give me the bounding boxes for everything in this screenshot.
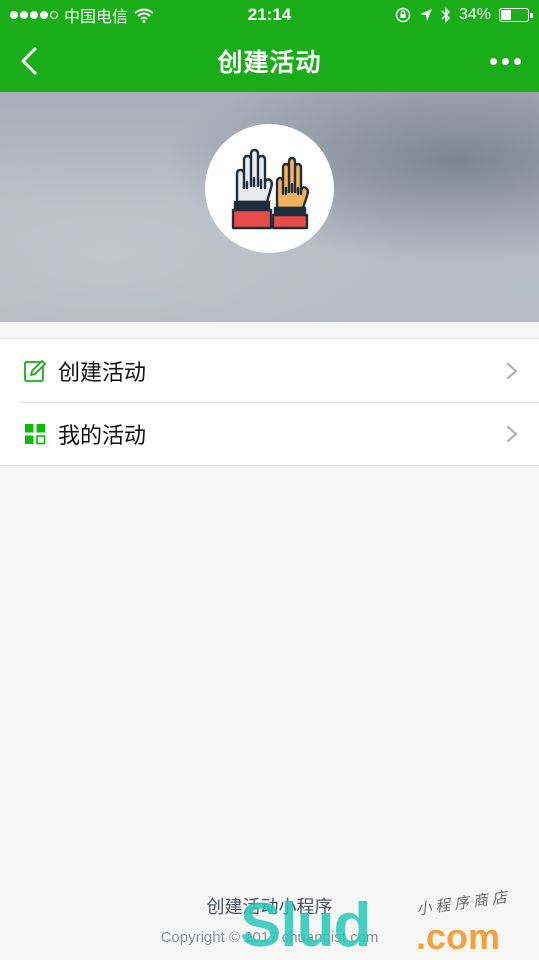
header-banner	[0, 92, 539, 322]
menu-item-label: 我的活动	[58, 422, 147, 448]
status-bar-left: 中国电信	[10, 3, 154, 27]
raised-hands-icon	[231, 148, 309, 229]
more-dots-icon	[489, 57, 521, 65]
edit-icon	[22, 358, 48, 384]
chevron-left-icon	[21, 47, 37, 75]
carrier-label: 中国电信	[64, 9, 129, 26]
signal-dots-icon	[10, 11, 58, 19]
status-time: 21:14	[247, 5, 292, 24]
chevron-right-icon	[506, 425, 518, 442]
battery-icon	[499, 8, 533, 22]
back-button[interactable]	[10, 42, 48, 80]
avatar	[205, 124, 334, 253]
chevron-right-icon	[506, 362, 518, 379]
more-button[interactable]	[485, 44, 525, 78]
footer-title: 创建活动小程序	[206, 897, 333, 917]
status-bar-right: 34%	[395, 6, 533, 24]
page-title: 创建活动	[217, 49, 322, 77]
footer: 创建活动小程序 Copyright © 2017 chuangist.com	[0, 893, 539, 946]
battery-percent: 34%	[458, 6, 491, 23]
footer-copyright: Copyright © 2017 chuangist.com	[160, 929, 379, 946]
menu-list: 创建活动 我的活动	[0, 338, 539, 466]
grid-icon	[22, 421, 48, 447]
menu-item-create-activity[interactable]: 创建活动	[0, 339, 539, 402]
status-bar: 中国电信 21:14 34%	[0, 0, 539, 30]
wifi-icon	[134, 8, 154, 23]
location-arrow-icon	[419, 9, 432, 21]
menu-item-label: 创建活动	[58, 359, 147, 385]
menu-item-my-activities[interactable]: 我的活动	[0, 402, 539, 465]
navigation-bar: 创建活动	[0, 30, 539, 92]
orientation-lock-icon	[395, 7, 411, 23]
bluetooth-icon	[441, 7, 451, 23]
